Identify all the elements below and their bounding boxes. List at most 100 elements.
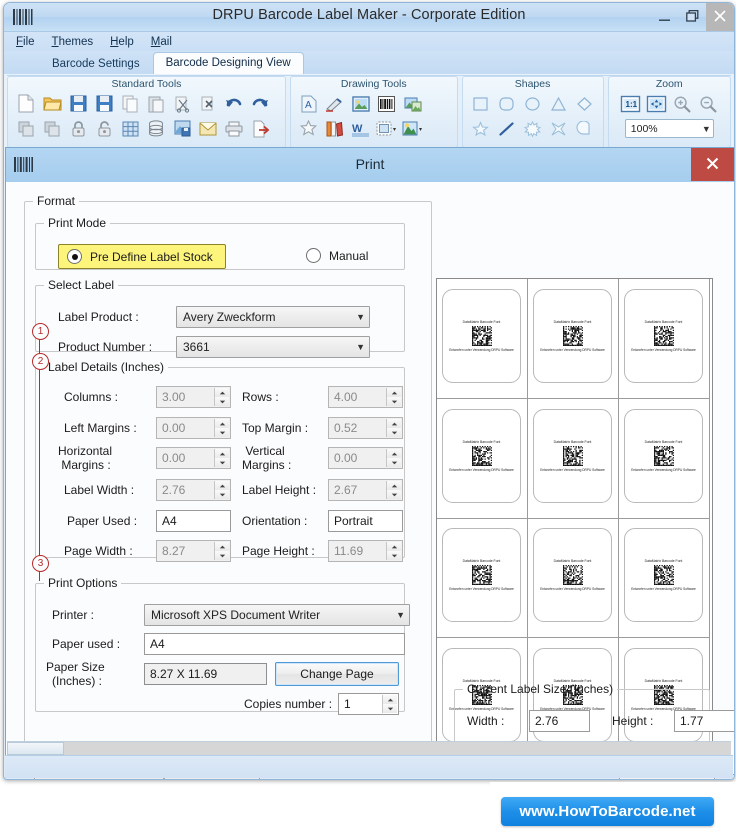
preview-label[interactable]: DataMatrix Barcode FontEntworfen unter V… — [442, 528, 521, 622]
svg-text:1:1: 1:1 — [625, 100, 637, 109]
vertical-margins-spinner[interactable]: 0.00 — [328, 447, 403, 469]
actual-size-icon[interactable]: 1:1 — [618, 92, 642, 115]
text-tool-icon[interactable]: A — [297, 92, 321, 115]
paper-used-field[interactable]: A4 — [156, 510, 231, 532]
rounded-rect-icon[interactable] — [495, 92, 519, 115]
current-width-field[interactable]: 2.76 — [529, 710, 590, 732]
burst-icon[interactable] — [521, 117, 545, 140]
label-height-spinner[interactable]: 2.67 — [328, 479, 403, 501]
signature-icon[interactable] — [323, 92, 347, 115]
zoom-level-value: 100% — [631, 123, 658, 135]
frame-icon[interactable] — [375, 117, 399, 140]
preview-label[interactable]: DataMatrix Barcode FontEntworfen unter V… — [442, 409, 521, 503]
zoom-out-icon[interactable] — [696, 92, 720, 115]
redo-icon[interactable] — [248, 92, 272, 115]
four-point-star-icon[interactable] — [547, 117, 571, 140]
menu-item-help[interactable]: Help — [110, 36, 134, 48]
printer-combobox[interactable]: Microsoft XPS Document Writer ▼ — [144, 604, 410, 626]
print-icon[interactable] — [222, 117, 246, 140]
top-margin-label: Top Margin : — [242, 421, 328, 435]
current-height-field[interactable]: 1.77 — [674, 710, 735, 732]
horizontal-margins-spinner[interactable]: 0.00 — [156, 447, 231, 469]
left-margins-spinner[interactable]: 0.00 — [156, 417, 231, 439]
copies-number-spinner[interactable]: 1 — [338, 693, 399, 715]
cut-icon[interactable] — [170, 92, 194, 115]
triangle-icon[interactable] — [547, 92, 571, 115]
duplicate-icon[interactable] — [14, 117, 38, 140]
dialog-close-button[interactable] — [691, 148, 734, 181]
zoom-level-combobox[interactable]: 100% ▼ — [625, 119, 714, 138]
tab-barcode-settings[interactable]: Barcode Settings — [39, 54, 153, 74]
star-shape-icon[interactable] — [297, 117, 321, 140]
ellipse-icon[interactable] — [521, 92, 545, 115]
zoom-in-icon[interactable] — [670, 92, 694, 115]
picture-icon[interactable] — [349, 92, 373, 115]
change-page-button[interactable]: Change Page — [275, 662, 399, 686]
top-margin-spinner[interactable]: 0.52 — [328, 417, 403, 439]
rows-label: Rows : — [242, 390, 328, 404]
diamond-icon[interactable] — [573, 92, 597, 115]
columns-spinner[interactable]: 3.00 — [156, 386, 231, 408]
ribbon-group-title: Zoom — [609, 78, 730, 90]
rows-spinner[interactable]: 4.00 — [328, 386, 403, 408]
product-number-combobox[interactable]: 3661 ▼ — [176, 336, 370, 358]
label-product-label: Label Product : — [58, 310, 176, 324]
lock-icon[interactable] — [66, 117, 90, 140]
menu-item-file[interactable]: File — [16, 36, 35, 48]
radio-manual[interactable]: Manual — [306, 248, 368, 263]
watermark-text-icon[interactable]: W — [349, 117, 373, 140]
menu-item-themes[interactable]: Themes — [52, 36, 94, 48]
page-width-label: Page Width : — [64, 544, 156, 558]
new-document-icon[interactable] — [14, 92, 38, 115]
preview-label[interactable]: DataMatrix Barcode FontEntworfen unter V… — [533, 409, 612, 503]
horizontal-scrollbar[interactable] — [7, 741, 731, 755]
tab-strip: Barcode Settings Barcode Designing View — [4, 51, 734, 74]
preview-label[interactable]: DataMatrix Barcode FontEntworfen unter V… — [624, 528, 703, 622]
paste-icon[interactable] — [144, 92, 168, 115]
email-icon[interactable] — [196, 117, 220, 140]
duplicate-disabled-icon[interactable] — [40, 117, 64, 140]
label-product-combobox[interactable]: Avery Zweckform ▼ — [176, 306, 370, 328]
pie-arc-icon[interactable] — [573, 117, 597, 140]
save-as-icon[interactable] — [92, 92, 116, 115]
square-icon[interactable] — [469, 92, 493, 115]
page-height-spinner[interactable]: 11.69 — [328, 540, 403, 562]
delete-icon[interactable] — [196, 92, 220, 115]
database-icon[interactable] — [144, 117, 168, 140]
preview-label[interactable]: DataMatrix Barcode FontEntworfen unter V… — [533, 289, 612, 383]
line-icon[interactable] — [495, 117, 519, 140]
watermark-image-icon[interactable] — [401, 92, 425, 115]
exit-icon[interactable] — [248, 117, 272, 140]
grid-icon[interactable] — [118, 117, 142, 140]
close-icon — [706, 157, 719, 173]
preview-label[interactable]: DataMatrix Barcode FontEntworfen unter V… — [442, 289, 521, 383]
orientation-field[interactable]: Portrait — [328, 510, 403, 532]
fit-page-icon[interactable] — [644, 92, 668, 115]
radio-pre-define-label-stock[interactable]: Pre Define Label Stock — [58, 244, 226, 269]
status-bar — [5, 755, 733, 778]
preview-label[interactable]: DataMatrix Barcode FontEntworfen unter V… — [533, 528, 612, 622]
paper-used-option-field[interactable]: A4 — [144, 633, 405, 655]
page-width-spinner[interactable]: 8.27 — [156, 540, 231, 562]
preview-label[interactable]: DataMatrix Barcode FontEntworfen unter V… — [624, 409, 703, 503]
menu-item-mail[interactable]: Mail — [151, 36, 172, 48]
export-image-icon[interactable] — [170, 117, 194, 140]
close-button[interactable] — [706, 3, 734, 31]
scrollbar-thumb[interactable] — [7, 742, 64, 755]
star-icon[interactable] — [469, 117, 493, 140]
barcode-icon[interactable] — [375, 92, 399, 115]
badge-connector-line-2 — [39, 363, 40, 581]
preview-label-footer: Entworfen unter Verwendung DRPU Software — [449, 348, 514, 352]
preview-label[interactable]: DataMatrix Barcode FontEntworfen unter V… — [624, 289, 703, 383]
tab-barcode-designing-view[interactable]: Barcode Designing View — [153, 52, 304, 74]
library-icon[interactable] — [323, 117, 347, 140]
maximize-button[interactable] — [678, 3, 706, 31]
undo-icon[interactable] — [222, 92, 246, 115]
copy-icon[interactable] — [118, 92, 142, 115]
gradient-icon[interactable] — [401, 117, 425, 140]
minimize-button[interactable] — [650, 3, 678, 31]
unlock-icon[interactable] — [92, 117, 116, 140]
save-icon[interactable] — [66, 92, 90, 115]
label-width-spinner[interactable]: 2.76 — [156, 479, 231, 501]
open-folder-icon[interactable] — [40, 92, 64, 115]
